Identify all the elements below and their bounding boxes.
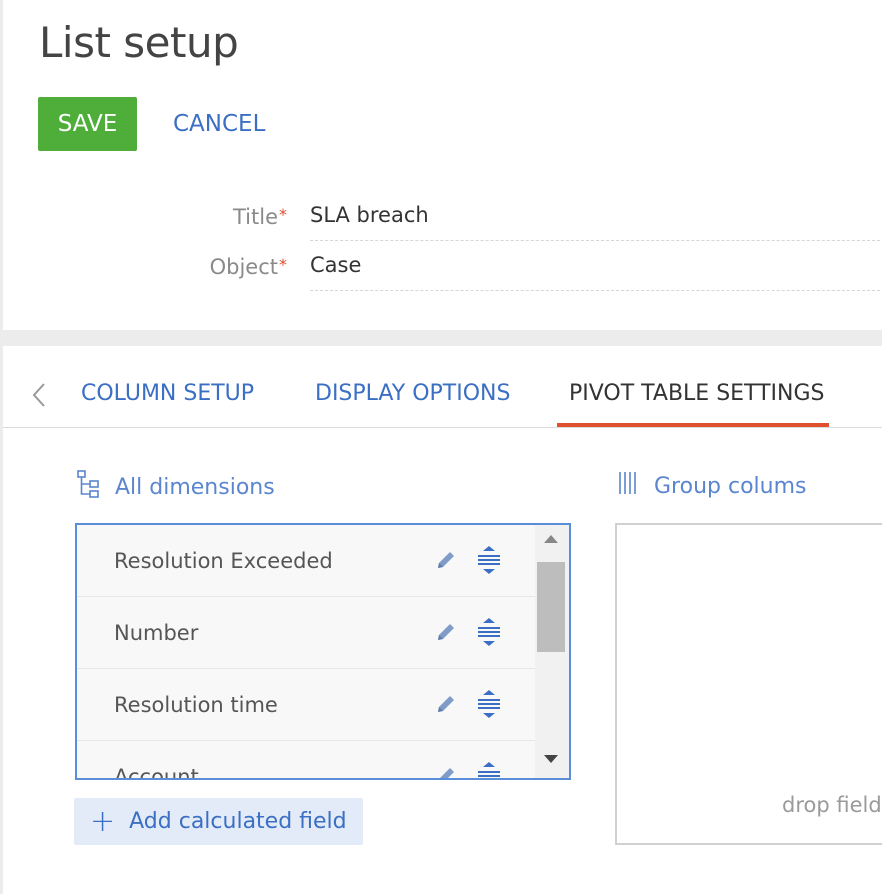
active-tab-indicator [557,423,829,427]
list-item[interactable]: Account [77,741,535,778]
drop-hint: drop field [782,793,882,817]
drag-handle-icon[interactable] [476,617,502,652]
scroll-thumb[interactable] [537,562,565,652]
required-mark: * [279,255,287,274]
object-field[interactable]: Case [310,249,882,291]
group-columns-header: Group colums [618,470,806,502]
object-label: Object* [209,255,287,279]
title-label: Title* [232,205,287,229]
drag-handle-icon[interactable] [476,761,502,778]
all-dimensions-header: All dimensions [77,470,275,504]
columns-icon [618,470,654,502]
tab-bar: COLUMN SETUP DISPLAY OPTIONS PIVOT TABLE… [3,346,882,428]
chevron-left-icon[interactable] [31,382,51,407]
pencil-icon[interactable] [434,764,458,778]
tab-display-options[interactable]: DISPLAY OPTIONS [315,381,510,406]
hierarchy-icon [77,470,115,504]
list-item[interactable]: Number [77,597,535,669]
page-title: List setup [39,18,239,67]
list-scrollbar[interactable] [535,525,569,778]
pencil-icon[interactable] [434,548,458,577]
list-item[interactable]: Resolution time [77,669,535,741]
tab-pivot-table-settings[interactable]: PIVOT TABLE SETTINGS [569,381,825,406]
save-button[interactable]: SAVE [38,97,137,151]
add-calculated-field-button[interactable]: + Add calculated field [74,798,363,845]
plus-icon: + [90,803,116,839]
scroll-up-arrow-icon[interactable] [544,535,558,543]
scroll-down-arrow-icon[interactable] [544,755,558,763]
title-field[interactable]: SLA breach [310,199,882,241]
dimensions-list[interactable]: Resolution Exceeded Number Resolution ti… [75,523,571,780]
pencil-icon[interactable] [434,620,458,649]
drag-handle-icon[interactable] [476,545,502,580]
drag-handle-icon[interactable] [476,689,502,724]
required-mark: * [279,205,287,224]
cancel-button[interactable]: CANCEL [173,97,265,151]
tab-column-setup[interactable]: COLUMN SETUP [81,381,254,406]
list-item[interactable]: Resolution Exceeded [77,525,535,597]
pencil-icon[interactable] [434,692,458,721]
list-setup-header-card: List setup SAVE CANCEL Title* SLA breach… [3,0,882,330]
settings-card: COLUMN SETUP DISPLAY OPTIONS PIVOT TABLE… [3,346,882,894]
group-columns-drop-zone[interactable]: drop field [615,523,882,845]
